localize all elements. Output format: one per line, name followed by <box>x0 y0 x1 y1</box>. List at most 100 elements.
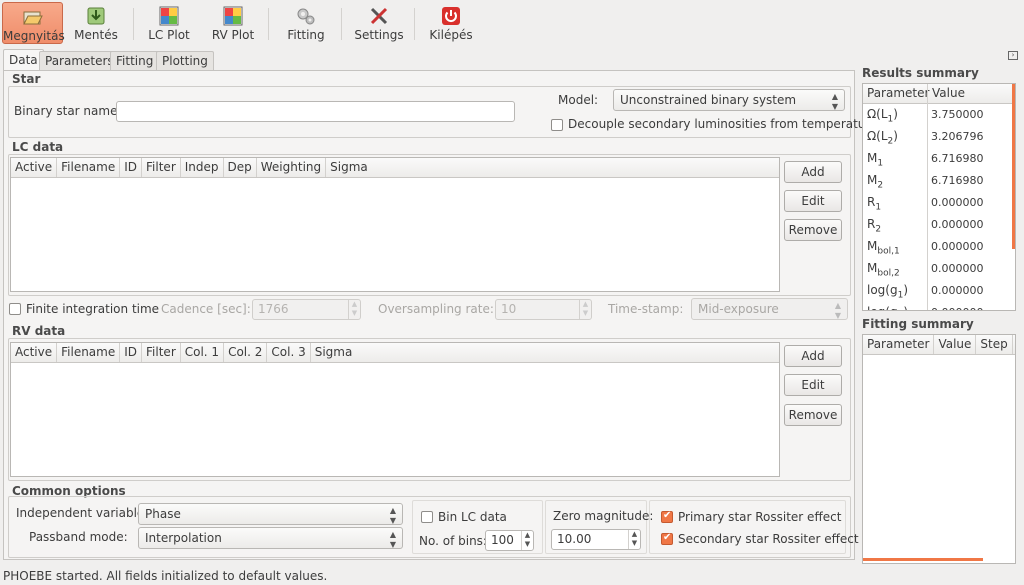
independent-variable-value: Phase <box>145 507 181 521</box>
toolbar-separator <box>268 8 269 40</box>
independent-variable-select[interactable]: Phase ▲ ▼ <box>138 503 403 525</box>
quit-button[interactable]: Kilépés <box>428 2 474 44</box>
passband-mode-label: Passband mode: <box>29 530 128 544</box>
secondary-rossiter-label: Secondary star Rossiter effect <box>678 532 859 546</box>
rv-col-filter[interactable]: Filter <box>142 343 181 362</box>
fitting-col-min[interactable]: Mi <box>1013 335 1015 354</box>
results-row[interactable]: M2 6.716980 <box>863 170 1015 192</box>
tab-fitting[interactable]: Fitting <box>110 51 160 70</box>
detach-panel-icon[interactable]: › <box>1008 51 1018 60</box>
toolbar-separator <box>414 8 415 40</box>
results-value: 0.000000 <box>931 196 984 209</box>
tools-icon <box>370 7 388 25</box>
lc-col-indep[interactable]: Indep <box>181 158 224 177</box>
fitting-button[interactable]: Fitting <box>284 2 328 44</box>
spinner-arrows-icon: ▲ ▼ <box>521 531 533 550</box>
cadence-spinner[interactable]: 1766 ▲ ▼ <box>252 299 361 320</box>
lc-col-weighting[interactable]: Weighting <box>257 158 327 177</box>
results-summary-table[interactable]: Parameter Value Ω(L1) 3.750000 Ω(L2) 3.20679… <box>862 83 1016 311</box>
fitting-col-parameter[interactable]: Parameter <box>863 335 935 354</box>
results-row[interactable]: R2 0.000000 <box>863 214 1015 236</box>
rv-edit-button[interactable]: Edit <box>784 374 842 396</box>
independent-variable-label: Independent variable: <box>16 506 149 520</box>
lc-col-id[interactable]: ID <box>120 158 143 177</box>
results-row[interactable]: Mbol,2 0.000000 <box>863 258 1015 280</box>
chevron-updown-icon: ▲ ▼ <box>389 530 396 549</box>
primary-rossiter-label: Primary star Rossiter effect <box>678 510 842 524</box>
fitting-col-value[interactable]: Value <box>934 335 977 354</box>
rv-col-filename[interactable]: Filename <box>57 343 121 362</box>
lc-col-dep[interactable]: Dep <box>224 158 257 177</box>
save-button[interactable]: Mentés <box>70 2 122 44</box>
lc-col-filter[interactable]: Filter <box>142 158 181 177</box>
rv-plot-button[interactable]: RV Plot <box>210 2 256 44</box>
lc-plot-label: LC Plot <box>148 28 190 42</box>
rv-table-header: Active Filename ID Filter Col. 1 Col. 2 Col. 3… <box>11 343 779 363</box>
rv-add-button[interactable]: Add <box>784 345 842 367</box>
model-select[interactable]: Unconstrained binary system ▲ ▼ <box>613 89 845 111</box>
results-summary-title: Results summary <box>862 66 979 80</box>
settings-button[interactable]: Settings <box>354 2 404 44</box>
fitting-col-step[interactable]: Step <box>976 335 1013 354</box>
results-param: R1 <box>867 195 882 213</box>
rv-col-active[interactable]: Active <box>11 343 58 362</box>
timestamp-select[interactable]: Mid-exposure ▲ ▼ <box>691 298 848 320</box>
results-col-parameter[interactable]: Parameter <box>863 84 929 103</box>
fitting-summary-table[interactable]: ParameterValueStepMi <box>862 334 1016 564</box>
passband-mode-select[interactable]: Interpolation ▲ ▼ <box>138 527 403 549</box>
oversampling-label: Oversampling rate: <box>378 302 494 316</box>
zero-magnitude-spinner[interactable]: 10.00 ▲ ▼ <box>551 529 641 550</box>
binary-star-name-input[interactable] <box>116 101 515 122</box>
results-col-value[interactable]: Value <box>928 84 969 103</box>
results-value: 0.000000 <box>931 284 984 297</box>
chevron-updown-icon: ▲ ▼ <box>389 506 396 525</box>
results-row[interactable]: Ω(L2) 3.206796 <box>863 126 1015 148</box>
timestamp-value: Mid-exposure <box>698 302 779 316</box>
chevron-updown-icon: ▲ ▼ <box>831 92 838 111</box>
results-row[interactable]: log(g1) 0.000000 <box>863 280 1015 302</box>
tab-data[interactable]: Data <box>3 49 44 71</box>
rv-col-sigma[interactable]: Sigma <box>311 343 357 362</box>
lc-col-filename[interactable]: Filename <box>57 158 121 177</box>
results-row[interactable]: Mbol,1 0.000000 <box>863 236 1015 258</box>
secondary-rossiter-checkbox[interactable] <box>661 532 673 545</box>
rv-col-id[interactable]: ID <box>120 343 143 362</box>
primary-rossiter-checkbox[interactable] <box>661 510 673 523</box>
results-value: 0.000000 <box>931 262 984 275</box>
decouple-checkbox[interactable] <box>551 119 563 131</box>
folder-open-icon <box>22 11 43 25</box>
open-label: Megnyitás <box>3 29 65 43</box>
bin-lc-checkbox[interactable] <box>421 511 433 523</box>
bin-lc-label: Bin LC data <box>438 510 507 524</box>
lc-edit-button[interactable]: Edit <box>784 190 842 212</box>
rv-remove-button[interactable]: Remove <box>784 404 842 426</box>
rv-col-3[interactable]: Col. 3 <box>267 343 311 362</box>
rv-plot-label: RV Plot <box>211 28 255 42</box>
toolbar-separator <box>341 8 342 40</box>
finite-integration-checkbox[interactable] <box>9 303 21 315</box>
rv-col-1[interactable]: Col. 1 <box>181 343 225 362</box>
lc-remove-button[interactable]: Remove <box>784 219 842 241</box>
lc-add-button[interactable]: Add <box>784 161 842 183</box>
lc-plot-button[interactable]: LC Plot <box>146 2 192 44</box>
results-row[interactable]: Ω(L1) 3.750000 <box>863 104 1015 126</box>
lc-col-active[interactable]: Active <box>11 158 58 177</box>
oversampling-spinner[interactable]: 10 ▲ ▼ <box>495 299 592 320</box>
results-row[interactable]: log(g2) 0.000000 <box>863 302 1015 310</box>
results-value: 3.750000 <box>931 108 984 121</box>
tab-plotting[interactable]: Plotting <box>156 51 214 70</box>
results-scrollbar[interactable] <box>1012 84 1015 249</box>
results-row[interactable]: M1 6.716980 <box>863 148 1015 170</box>
lc-data-table[interactable]: Active Filename ID Filter Indep Dep Weighting S… <box>10 157 780 292</box>
open-button[interactable]: Megnyitás <box>2 2 65 44</box>
lc-col-sigma[interactable]: Sigma <box>326 158 372 177</box>
tab-parameters[interactable]: Parameters <box>39 51 120 70</box>
fitting-hscrollbar[interactable] <box>863 558 983 561</box>
results-row[interactable]: R1 0.000000 <box>863 192 1015 214</box>
model-select-value: Unconstrained binary system <box>620 93 797 107</box>
lc-data-group-title: LC data <box>12 140 64 154</box>
rv-col-2[interactable]: Col. 2 <box>224 343 268 362</box>
rv-data-table[interactable]: Active Filename ID Filter Col. 1 Col. 2 Col. 3… <box>10 342 780 477</box>
no-of-bins-spinner[interactable]: 100 ▲ ▼ <box>485 530 534 551</box>
lc-plot-icon <box>159 6 179 26</box>
